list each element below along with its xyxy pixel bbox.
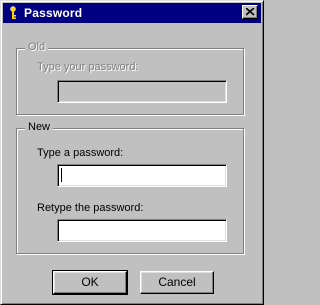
new-group-legend: New <box>25 121 54 133</box>
old-password-label: Type your password: <box>37 61 139 73</box>
cancel-button[interactable]: Cancel <box>140 271 214 294</box>
retype-password-label: Retype the password: <box>37 202 144 214</box>
close-icon <box>246 8 255 16</box>
new-password-label: Type a password: <box>37 147 124 159</box>
retype-password-field[interactable] <box>57 219 227 242</box>
password-dialog: Password Old Type your password: New Typ… <box>0 0 264 305</box>
text-caret <box>61 168 62 182</box>
close-button[interactable] <box>242 5 258 19</box>
key-icon <box>8 6 18 20</box>
ok-button[interactable]: OK <box>52 270 128 295</box>
title-bar[interactable]: Password <box>3 3 261 23</box>
old-password-field <box>57 80 227 103</box>
new-password-field[interactable] <box>57 164 227 187</box>
old-group-legend: Old <box>25 41 49 53</box>
window-title: Password <box>24 6 83 20</box>
